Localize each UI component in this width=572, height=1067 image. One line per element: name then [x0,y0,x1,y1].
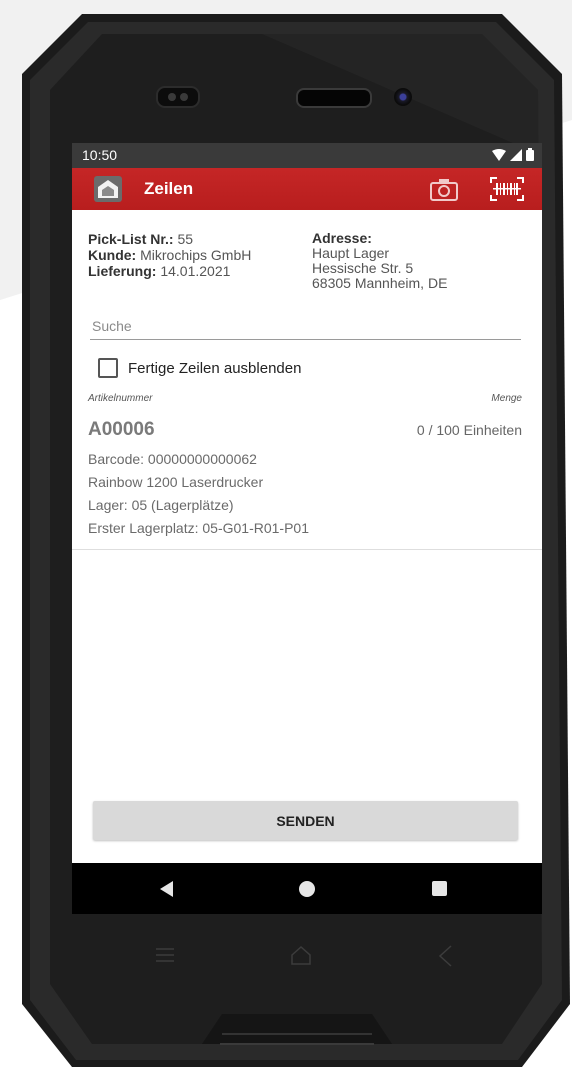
address-line: 68305 Mannheim, DE [312,275,448,291]
picklist-value: 55 [177,231,194,247]
item-description: Rainbow 1200 Laserdrucker [88,474,264,490]
column-header-quantity: Menge [491,393,522,404]
app-logo-icon [94,176,122,202]
back-icon[interactable] [160,881,173,897]
article-number: A00006 [88,419,155,440]
picklist-label: Pick-List Nr.: [88,231,174,247]
hardware-home-icon[interactable] [290,945,312,965]
order-info: Pick-List Nr.: 55 Kunde: Mikrochips GmbH… [88,231,251,279]
hardware-menu-icon[interactable] [156,948,174,962]
app-bar: Zeilen [72,168,542,210]
column-header-article: Artikelnummer [88,393,153,404]
delivery-value: 14.01.2021 [160,263,231,279]
phone-speaker [156,86,200,108]
wifi-icon [492,148,506,161]
item-storage: Lager: 05 (Lagerplätze) [88,497,234,513]
battery-icon [526,148,534,161]
status-icons [492,148,534,161]
status-time: 10:50 [82,147,118,163]
customer-value: Mikrochips GmbH [140,247,252,263]
item-quantity: 0 / 100 Einheiten [416,422,522,438]
status-bar: 10:50 [72,143,542,168]
camera-icon[interactable] [429,176,459,202]
signal-icon [510,148,522,161]
hardware-back-icon[interactable] [438,945,452,967]
front-camera [394,88,412,106]
customer-label: Kunde: [88,247,137,263]
phone-earpiece [296,88,372,108]
search-input[interactable] [90,313,521,340]
recent-apps-icon[interactable] [432,881,447,896]
barcode-scanner-icon[interactable] [488,175,526,203]
app-title: Zeilen [144,179,194,198]
send-button[interactable]: SENDEN [93,801,518,840]
delivery-label: Lieferung: [88,263,157,279]
list-item[interactable]: A00006 0 / 100 Einheiten Barcode: 000000… [72,411,542,550]
address-block: Adresse: Haupt Lager Hessische Str. 5 68… [312,231,447,291]
hide-finished-checkbox[interactable] [98,358,118,378]
address-line: Hessische Str. 5 [312,260,414,276]
address-line: Haupt Lager [312,245,390,261]
system-nav-bar [72,863,542,914]
item-first-location: Erster Lagerplatz: 05-G01-R01-P01 [88,520,309,536]
hide-finished-toggle[interactable]: Fertige Zeilen ausblenden [98,358,301,378]
home-icon[interactable] [299,881,315,897]
item-barcode: Barcode: 00000000000062 [88,451,257,467]
hide-finished-label: Fertige Zeilen ausblenden [128,359,302,377]
app-screen: 10:50 Zeilen Pick-List Nr.: 55 Kunde: Mi… [72,143,542,914]
address-label: Adresse: [312,230,372,246]
